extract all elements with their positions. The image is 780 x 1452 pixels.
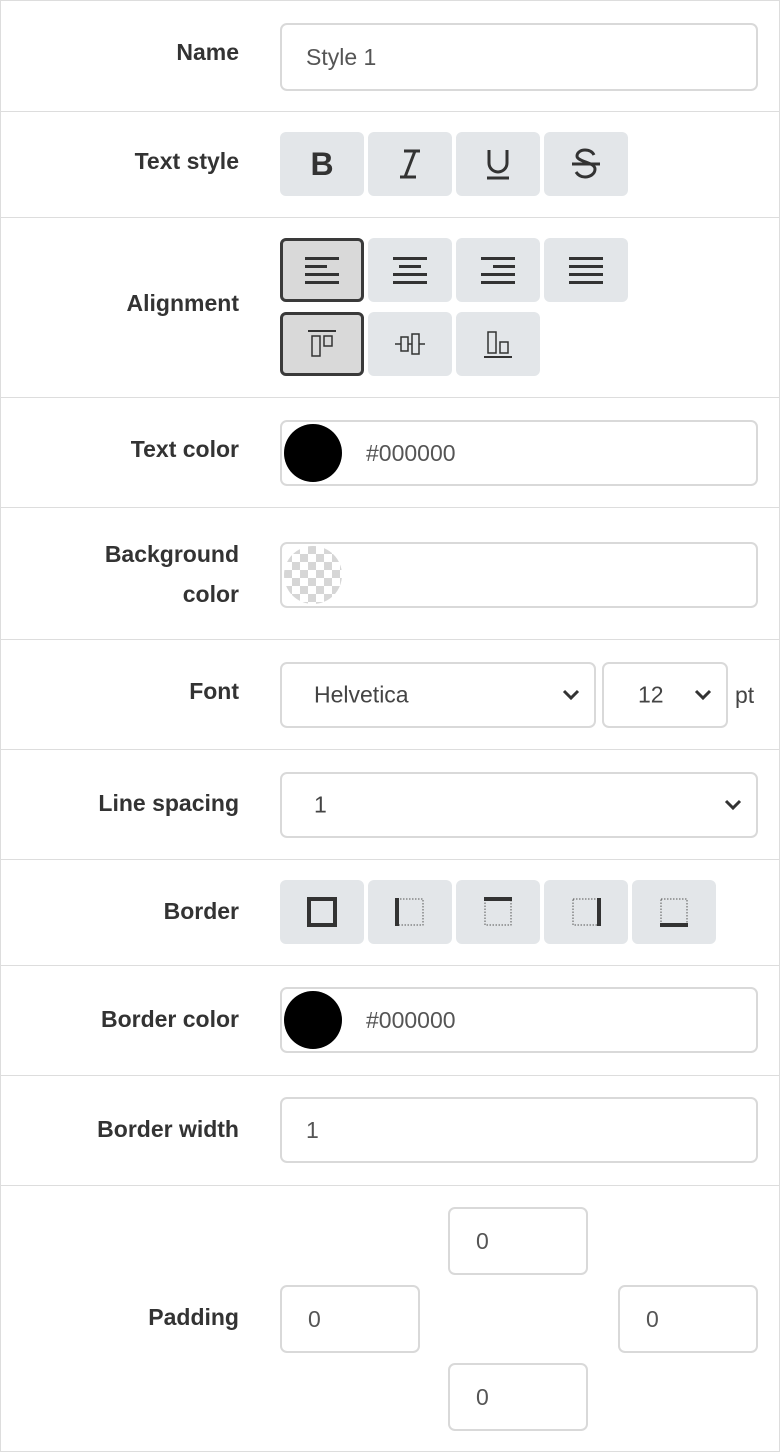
font-label: Font [189,678,239,704]
padding-right-value: 0 [646,1305,659,1332]
italic-button[interactable] [368,132,452,196]
chevron-down-icon [724,799,742,811]
border-left-icon [395,898,424,926]
border-all-icon [307,897,337,927]
valign-middle-icon [395,333,425,355]
border-top-button[interactable] [456,880,540,944]
italic-icon [400,149,420,179]
font-size-select[interactable]: 12 [602,662,728,728]
transparent-swatch-icon[interactable] [284,546,342,604]
border-top-icon [484,897,512,926]
border-right-button[interactable] [544,880,628,944]
border-bottom-icon [660,898,688,927]
align-right-button[interactable] [456,238,540,302]
padding-right-input[interactable]: 0 [618,1285,758,1353]
border-all-button[interactable] [280,880,364,944]
strikethrough-icon [572,148,600,179]
border-label: Border [163,898,239,924]
font-size-unit: pt [735,682,755,708]
background-color-input[interactable] [280,542,758,608]
font-family-value: Helvetica [314,681,409,708]
alignment-label: Alignment [126,290,239,316]
chevron-down-icon [562,689,580,701]
padding-top-value: 0 [476,1227,489,1254]
font-size-value: 12 [638,681,664,708]
valign-middle-button[interactable] [368,312,452,376]
align-center-button[interactable] [368,238,452,302]
padding-left-value: 0 [308,1305,321,1332]
background-color-label-line2: color [182,581,239,607]
border-width-label: Border width [97,1116,239,1142]
align-justify-icon [569,257,603,284]
align-left-button[interactable] [280,238,364,302]
font-family-select[interactable]: Helvetica [280,662,596,728]
border-width-value: 1 [306,1116,319,1143]
padding-label: Padding [148,1304,239,1330]
text-color-label: Text color [130,436,239,462]
padding-bottom-input[interactable]: 0 [448,1363,588,1431]
text-color-input[interactable]: #000000 [280,420,758,486]
name-input[interactable]: Style 1 [280,23,758,91]
underline-icon [487,150,509,180]
line-spacing-row: Line spacing 1 [1,750,779,860]
name-row: Name Style 1 [1,1,779,112]
font-row: Font Helvetica 12 pt [1,640,779,750]
border-color-input[interactable]: #000000 [280,987,758,1053]
align-center-icon [393,257,427,284]
padding-bottom-value: 0 [476,1383,489,1410]
background-color-label-line1: Background [104,541,239,567]
align-right-icon [481,257,515,284]
padding-left-input[interactable]: 0 [280,1285,420,1353]
border-color-swatch[interactable] [284,991,342,1049]
valign-top-icon [308,330,336,357]
border-right-icon [572,898,601,926]
style-editor-panel: Name Style 1 Text style B Alignment Text… [0,0,780,1452]
bold-button[interactable]: B [280,132,364,196]
name-input-value: Style 1 [306,43,377,70]
text-style-label: Text style [134,148,239,174]
line-spacing-label: Line spacing [98,790,239,816]
border-color-row: Border color #000000 [1,966,779,1076]
valign-top-button[interactable] [280,312,364,376]
name-label: Name [176,39,239,65]
line-spacing-select[interactable]: 1 [280,772,758,838]
valign-bottom-button[interactable] [456,312,540,376]
border-width-input[interactable]: 1 [280,1097,758,1163]
text-color-row: Text color #000000 [1,398,779,508]
background-color-label: Background color [19,534,239,614]
text-style-row: Text style B [1,112,779,218]
background-color-row: Background color [1,508,779,640]
border-row: Border [1,860,779,966]
line-spacing-value: 1 [314,791,327,818]
border-color-label: Border color [100,1006,239,1032]
padding-row: Padding 0 0 0 0 [1,1186,779,1451]
underline-button[interactable] [456,132,540,196]
strikethrough-button[interactable] [544,132,628,196]
text-color-swatch[interactable] [284,424,342,482]
chevron-down-icon [694,689,712,701]
valign-bottom-icon [484,331,512,358]
align-justify-button[interactable] [544,238,628,302]
border-width-row: Border width 1 [1,1076,779,1186]
border-left-button[interactable] [368,880,452,944]
border-bottom-button[interactable] [632,880,716,944]
align-left-icon [305,257,339,284]
bold-icon: B [310,145,334,182]
padding-top-input[interactable]: 0 [448,1207,588,1275]
alignment-row: Alignment [1,218,779,398]
